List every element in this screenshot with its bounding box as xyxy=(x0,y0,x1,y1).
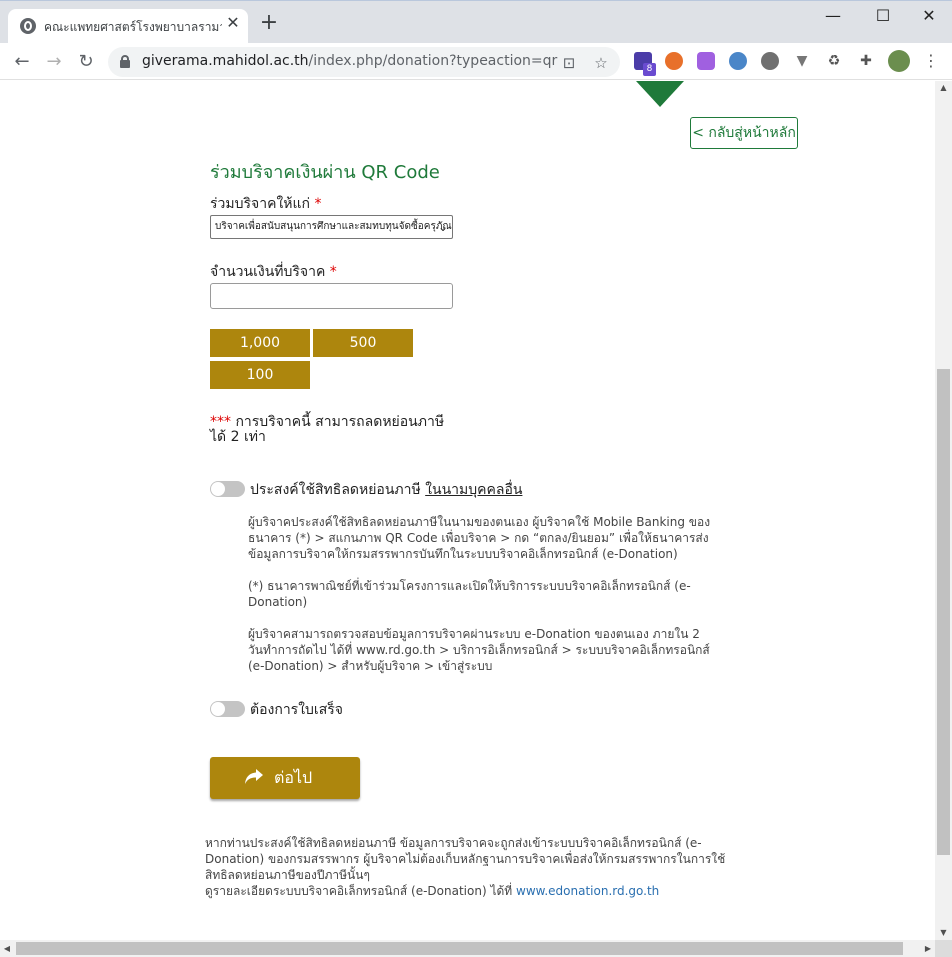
donate-to-label: ร่วมบริจาคให้แก่ * xyxy=(210,193,321,215)
amount-label-text: จำนวนเงินที่บริจาค xyxy=(210,264,326,280)
extension-icon-4[interactable] xyxy=(729,52,747,70)
chevron-down-icon: ⌄ xyxy=(437,220,448,234)
required-mark: * xyxy=(329,264,337,280)
donate-to-selected: บริจาคเพื่อสนับสนุนการศึกษาและสมทบทุนจัด… xyxy=(215,221,453,232)
quick-amount-100-button[interactable]: 100 xyxy=(210,361,310,389)
scroll-right-arrow-icon[interactable]: ▶ xyxy=(921,940,935,957)
tax-other-person-label: ประสงค์ใช้สิทธิลดหย่อนภาษี ในนามบุคคลอื่… xyxy=(250,479,522,501)
footer-note: หากท่านประสงค์ใช้สิทธิลดหย่อนภาษี ข้อมูล… xyxy=(205,835,745,899)
translate-icon[interactable]: ⊡ xyxy=(560,54,578,72)
vertical-scrollbar[interactable]: ▲ ▼ xyxy=(935,81,952,940)
receipt-label: ต้องการใบเสร็จ xyxy=(250,702,343,718)
decorative-triangle xyxy=(636,81,684,107)
menu-icon[interactable]: ⋮ xyxy=(922,52,940,70)
scroll-up-arrow-icon[interactable]: ▲ xyxy=(935,81,952,95)
scroll-left-arrow-icon[interactable]: ◀ xyxy=(0,940,14,957)
share-arrow-icon xyxy=(245,769,263,784)
required-mark: * xyxy=(314,196,322,212)
info-paragraph-2: (*) ธนาคารพาณิชย์ที่เข้าร่วมโครงการและเป… xyxy=(248,579,691,609)
amount-input[interactable] xyxy=(210,283,453,309)
edonation-link[interactable]: www.edonation.rd.go.th xyxy=(516,884,659,898)
minimize-button[interactable]: — xyxy=(822,5,844,27)
vertical-scroll-thumb[interactable] xyxy=(937,369,950,855)
horizontal-scrollbar[interactable]: ◀ ▶ xyxy=(0,940,935,957)
reload-icon[interactable]: ↻ xyxy=(74,50,98,74)
extension-icon-2[interactable] xyxy=(665,52,683,70)
extension-icon-6[interactable]: ▼ xyxy=(793,52,811,70)
url-path: /index.php/donation?typeaction=qr xyxy=(308,53,558,69)
new-tab-button[interactable]: + xyxy=(258,12,280,34)
tab-close-button[interactable]: ✕ xyxy=(224,14,242,32)
browser-tab[interactable]: คณะแพทยศาสตร์โรงพยาบาลรามาธิบดี ✕ xyxy=(8,9,248,44)
donate-to-label-text: ร่วมบริจาคให้แก่ xyxy=(210,196,311,212)
tab-title: คณะแพทยศาสตร์โรงพยาบาลรามาธิบดี xyxy=(44,20,222,34)
receipt-toggle[interactable] xyxy=(210,701,245,717)
toggle1-label-text: ประสงค์ใช้สิทธิลดหย่อนภาษี xyxy=(250,482,426,498)
footer-more: ดูรายละเอียดระบบบริจาคอิเล็กทรอนิกส์ (e-… xyxy=(205,883,745,899)
extension-badge: 8 xyxy=(643,63,656,76)
lock-icon xyxy=(120,55,130,68)
toggle-knob xyxy=(211,702,225,716)
other-person-link[interactable]: ในนามบุคคลอื่น xyxy=(425,482,522,498)
quick-amount-500-button[interactable]: 500 xyxy=(313,329,413,357)
browser-toolbar: ← → ↻ giverama.mahidol.ac.th/index.php/d… xyxy=(0,43,952,80)
tax-other-person-toggle[interactable] xyxy=(210,481,245,497)
footer-text: หากท่านประสงค์ใช้สิทธิลดหย่อนภาษี ข้อมูล… xyxy=(205,836,726,882)
url-text: giverama.mahidol.ac.th/index.php/donatio… xyxy=(142,53,557,69)
page-title: ร่วมบริจาคเงินผ่าน QR Code xyxy=(210,162,440,183)
extension-icon-3[interactable] xyxy=(697,52,715,70)
toggle-knob xyxy=(211,482,225,496)
page-content: < กลับสู่หน้าหลัก ร่วมบริจาคเงินผ่าน QR … xyxy=(0,81,935,940)
tab-strip: คณะแพทยศาสตร์โรงพยาบาลรามาธิบดี ✕ + — ☐ … xyxy=(0,0,952,44)
extension-icon-5[interactable] xyxy=(761,52,779,70)
info-paragraph-3: ผู้บริจาคสามารถตรวจสอบข้อมูลการบริจาคผ่า… xyxy=(248,627,710,673)
horizontal-scroll-thumb[interactable] xyxy=(16,942,903,955)
avatar[interactable] xyxy=(888,50,910,72)
close-window-button[interactable]: ✕ xyxy=(918,5,940,27)
amount-label: จำนวนเงินที่บริจาค * xyxy=(210,261,337,283)
info-paragraph-1: ผู้บริจาคประสงค์ใช้สิทธิลดหย่อนภาษีในนาม… xyxy=(248,515,711,561)
puzzle-icon[interactable]: ✚ xyxy=(857,52,875,70)
footer-more-text: ดูรายละเอียดระบบบริจาคอิเล็กทรอนิกส์ (e-… xyxy=(205,884,516,898)
scroll-down-arrow-icon[interactable]: ▼ xyxy=(935,926,952,940)
address-bar[interactable]: giverama.mahidol.ac.th/index.php/donatio… xyxy=(108,47,620,77)
note-text: การบริจาคนี้ สามารถลดหย่อนภาษี ได้ 2 เท่… xyxy=(210,414,445,445)
recycle-icon[interactable]: ♻ xyxy=(825,52,843,70)
back-icon[interactable]: ← xyxy=(10,50,34,74)
next-button[interactable]: ต่อไป xyxy=(210,757,360,799)
bookmark-star-icon[interactable]: ☆ xyxy=(592,54,610,72)
url-host: giverama.mahidol.ac.th xyxy=(142,53,309,69)
note-stars: *** xyxy=(210,414,231,430)
forward-icon[interactable]: → xyxy=(42,50,66,74)
back-to-home-button[interactable]: < กลับสู่หน้าหลัก xyxy=(690,117,798,149)
quick-amount-1000-button[interactable]: 1,000 xyxy=(210,329,310,357)
maximize-button[interactable]: ☐ xyxy=(872,5,894,27)
scrollbar-corner xyxy=(935,940,952,957)
tax-note: *** การบริจาคนี้ สามารถลดหย่อนภาษี ได้ 2… xyxy=(210,415,450,445)
donate-to-select[interactable]: บริจาคเพื่อสนับสนุนการศึกษาและสมทบทุนจัด… xyxy=(210,215,453,239)
globe-icon xyxy=(20,18,36,34)
next-button-label: ต่อไป xyxy=(274,768,313,787)
